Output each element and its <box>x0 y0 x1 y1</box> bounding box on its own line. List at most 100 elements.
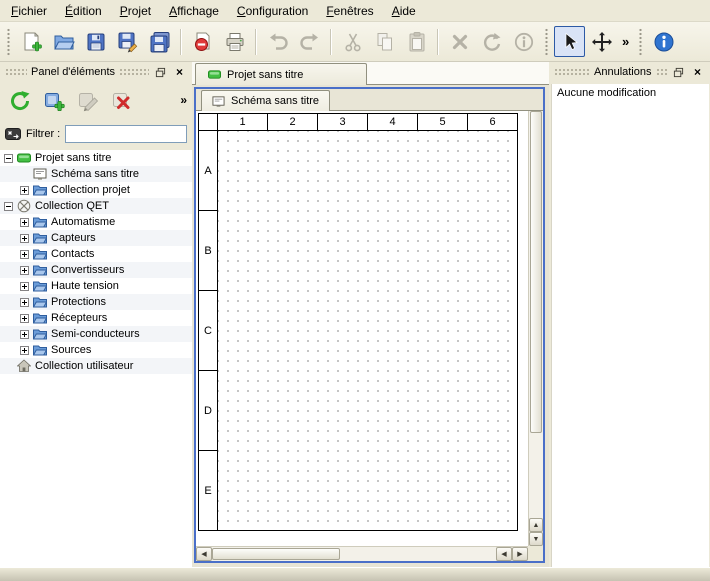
tree-item-collection-utilisateur[interactable]: Collection utilisateur <box>0 358 192 374</box>
tree-item-haute-tension[interactable]: Haute tension <box>0 278 192 294</box>
cut-icon <box>342 31 364 53</box>
menu-item-aide[interactable]: Aide <box>383 1 425 21</box>
filter-row: Filtrer : <box>0 120 192 148</box>
tree-item-recepteurs[interactable]: Récepteurs <box>0 310 192 326</box>
save-button[interactable] <box>80 26 111 57</box>
expander-icon[interactable] <box>20 298 29 307</box>
move-view-button[interactable] <box>586 26 617 57</box>
tree-item-automatisme[interactable]: Automatisme <box>0 214 192 230</box>
sheet-paper[interactable] <box>218 131 518 531</box>
scroll-right-button[interactable]: ▶ <box>512 547 528 561</box>
tree-item-projet-sans-titre[interactable]: Projet sans titre <box>0 150 192 166</box>
scroll-left-end-button[interactable]: ◀ <box>496 547 512 561</box>
expander-icon[interactable] <box>20 282 29 291</box>
menu-item-fichier[interactable]: Fichier <box>2 1 56 21</box>
panel-toolbar-overflow-button[interactable]: » <box>180 93 187 107</box>
expander-icon[interactable] <box>20 234 29 243</box>
paste-button[interactable] <box>401 26 432 57</box>
menu-item-edition[interactable]: Édition <box>56 1 111 21</box>
tree-item-capteurs[interactable]: Capteurs <box>0 230 192 246</box>
element-info-button[interactable] <box>508 26 539 57</box>
float-panel-button[interactable] <box>671 65 686 79</box>
schema-icon <box>33 167 47 181</box>
folder-icon <box>33 247 47 261</box>
close-file-button[interactable] <box>187 26 218 57</box>
close-panel-button[interactable]: × <box>690 65 705 79</box>
expander-icon[interactable] <box>20 346 29 355</box>
expander-icon[interactable] <box>20 330 29 339</box>
tree-item-contacts[interactable]: Contacts <box>0 246 192 262</box>
horizontal-scroll-track[interactable] <box>340 547 496 561</box>
print-button[interactable] <box>219 26 250 57</box>
dock-grip[interactable] <box>119 68 149 76</box>
dock-grip[interactable] <box>656 68 668 76</box>
expander-icon[interactable] <box>20 186 29 195</box>
menu-item-projet[interactable]: Projet <box>111 1 160 21</box>
menu-item-configuration[interactable]: Configuration <box>228 1 317 21</box>
float-panel-button[interactable] <box>153 65 168 79</box>
cut-button[interactable] <box>337 26 368 57</box>
diagram-tabbar: Schéma sans titre <box>196 89 543 111</box>
new-element-button[interactable] <box>39 86 69 116</box>
tree-item-collection-qet[interactable]: Collection QET <box>0 198 192 214</box>
open-project-button[interactable] <box>48 26 79 57</box>
delete-element-button[interactable] <box>107 86 137 116</box>
tree-item-label: Protections <box>51 296 106 308</box>
tab-project[interactable]: Projet sans titre <box>195 63 367 85</box>
rotate-button[interactable] <box>476 26 507 57</box>
tree-item-convertisseurs[interactable]: Convertisseurs <box>0 262 192 278</box>
copy-button[interactable] <box>369 26 400 57</box>
diagram-view[interactable]: 123456 ABCDE <box>196 111 528 546</box>
expander-icon[interactable] <box>4 154 13 163</box>
vertical-scroll-track[interactable] <box>529 433 543 518</box>
scroll-down-button[interactable]: ▼ <box>529 532 543 546</box>
expander-icon[interactable] <box>20 314 29 323</box>
tab-diagram[interactable]: Schéma sans titre <box>201 90 330 111</box>
toolbar-overflow-button[interactable]: » <box>618 34 633 49</box>
expander-icon[interactable] <box>20 218 29 227</box>
scroll-left-button[interactable]: ◀ <box>196 547 212 561</box>
reload-collections-button[interactable] <box>5 86 35 116</box>
about-info-button[interactable] <box>648 26 679 57</box>
horizontal-scrollbar-thumb[interactable] <box>212 548 340 560</box>
new-document-button[interactable] <box>16 26 47 57</box>
scroll-up-button[interactable]: ▲ <box>529 518 543 532</box>
tree-item-sources[interactable]: Sources <box>0 342 192 358</box>
close-panel-button[interactable]: × <box>172 65 187 79</box>
tree-item-schema-sans-titre[interactable]: Schéma sans titre <box>0 166 192 182</box>
undo-button[interactable] <box>262 26 293 57</box>
clear-filter-icon[interactable] <box>5 126 21 142</box>
menu-item-fenetres[interactable]: Fenêtres <box>317 1 382 21</box>
horizontal-scrollbar[interactable]: ◀ ◀ ▶ <box>196 546 528 561</box>
dock-grip[interactable] <box>5 68 27 76</box>
tree-item-semi-conducteurs[interactable]: Semi-conducteurs <box>0 326 192 342</box>
row-headers: ABCDE <box>198 131 218 531</box>
toolbar-grip[interactable] <box>638 28 643 56</box>
redo-button[interactable] <box>294 26 325 57</box>
vertical-scrollbar-thumb[interactable] <box>530 111 542 433</box>
print-icon <box>224 31 246 53</box>
toolbar-grip[interactable] <box>6 28 11 56</box>
undo-list-item[interactable]: Aucune modification <box>552 84 709 102</box>
vertical-scrollbar[interactable]: ▲ ▼ <box>528 111 543 546</box>
status-bar <box>0 567 710 581</box>
tree-item-collection-projet[interactable]: Collection projet <box>0 182 192 198</box>
edit-element-button[interactable] <box>73 86 103 116</box>
delete-element-icon <box>111 90 133 112</box>
row-header: A <box>198 131 218 211</box>
elements-panel-title: Panel d'éléments <box>31 66 115 78</box>
dock-grip[interactable] <box>554 68 590 76</box>
delete-button[interactable] <box>444 26 475 57</box>
expander-icon[interactable] <box>20 250 29 259</box>
toolbar-grip[interactable] <box>544 28 549 56</box>
undo-panel-title: Annulations <box>594 66 652 78</box>
tree-item-protections[interactable]: Protections <box>0 294 192 310</box>
expander-icon[interactable] <box>20 266 29 275</box>
save-all-button[interactable] <box>144 26 175 57</box>
filter-input[interactable] <box>65 125 187 143</box>
save-as-button[interactable] <box>112 26 143 57</box>
menu-item-affichage[interactable]: Affichage <box>160 1 228 21</box>
expander-icon[interactable] <box>4 202 13 211</box>
tree-item-label: Haute tension <box>51 280 119 292</box>
select-arrow-button[interactable] <box>554 26 585 57</box>
